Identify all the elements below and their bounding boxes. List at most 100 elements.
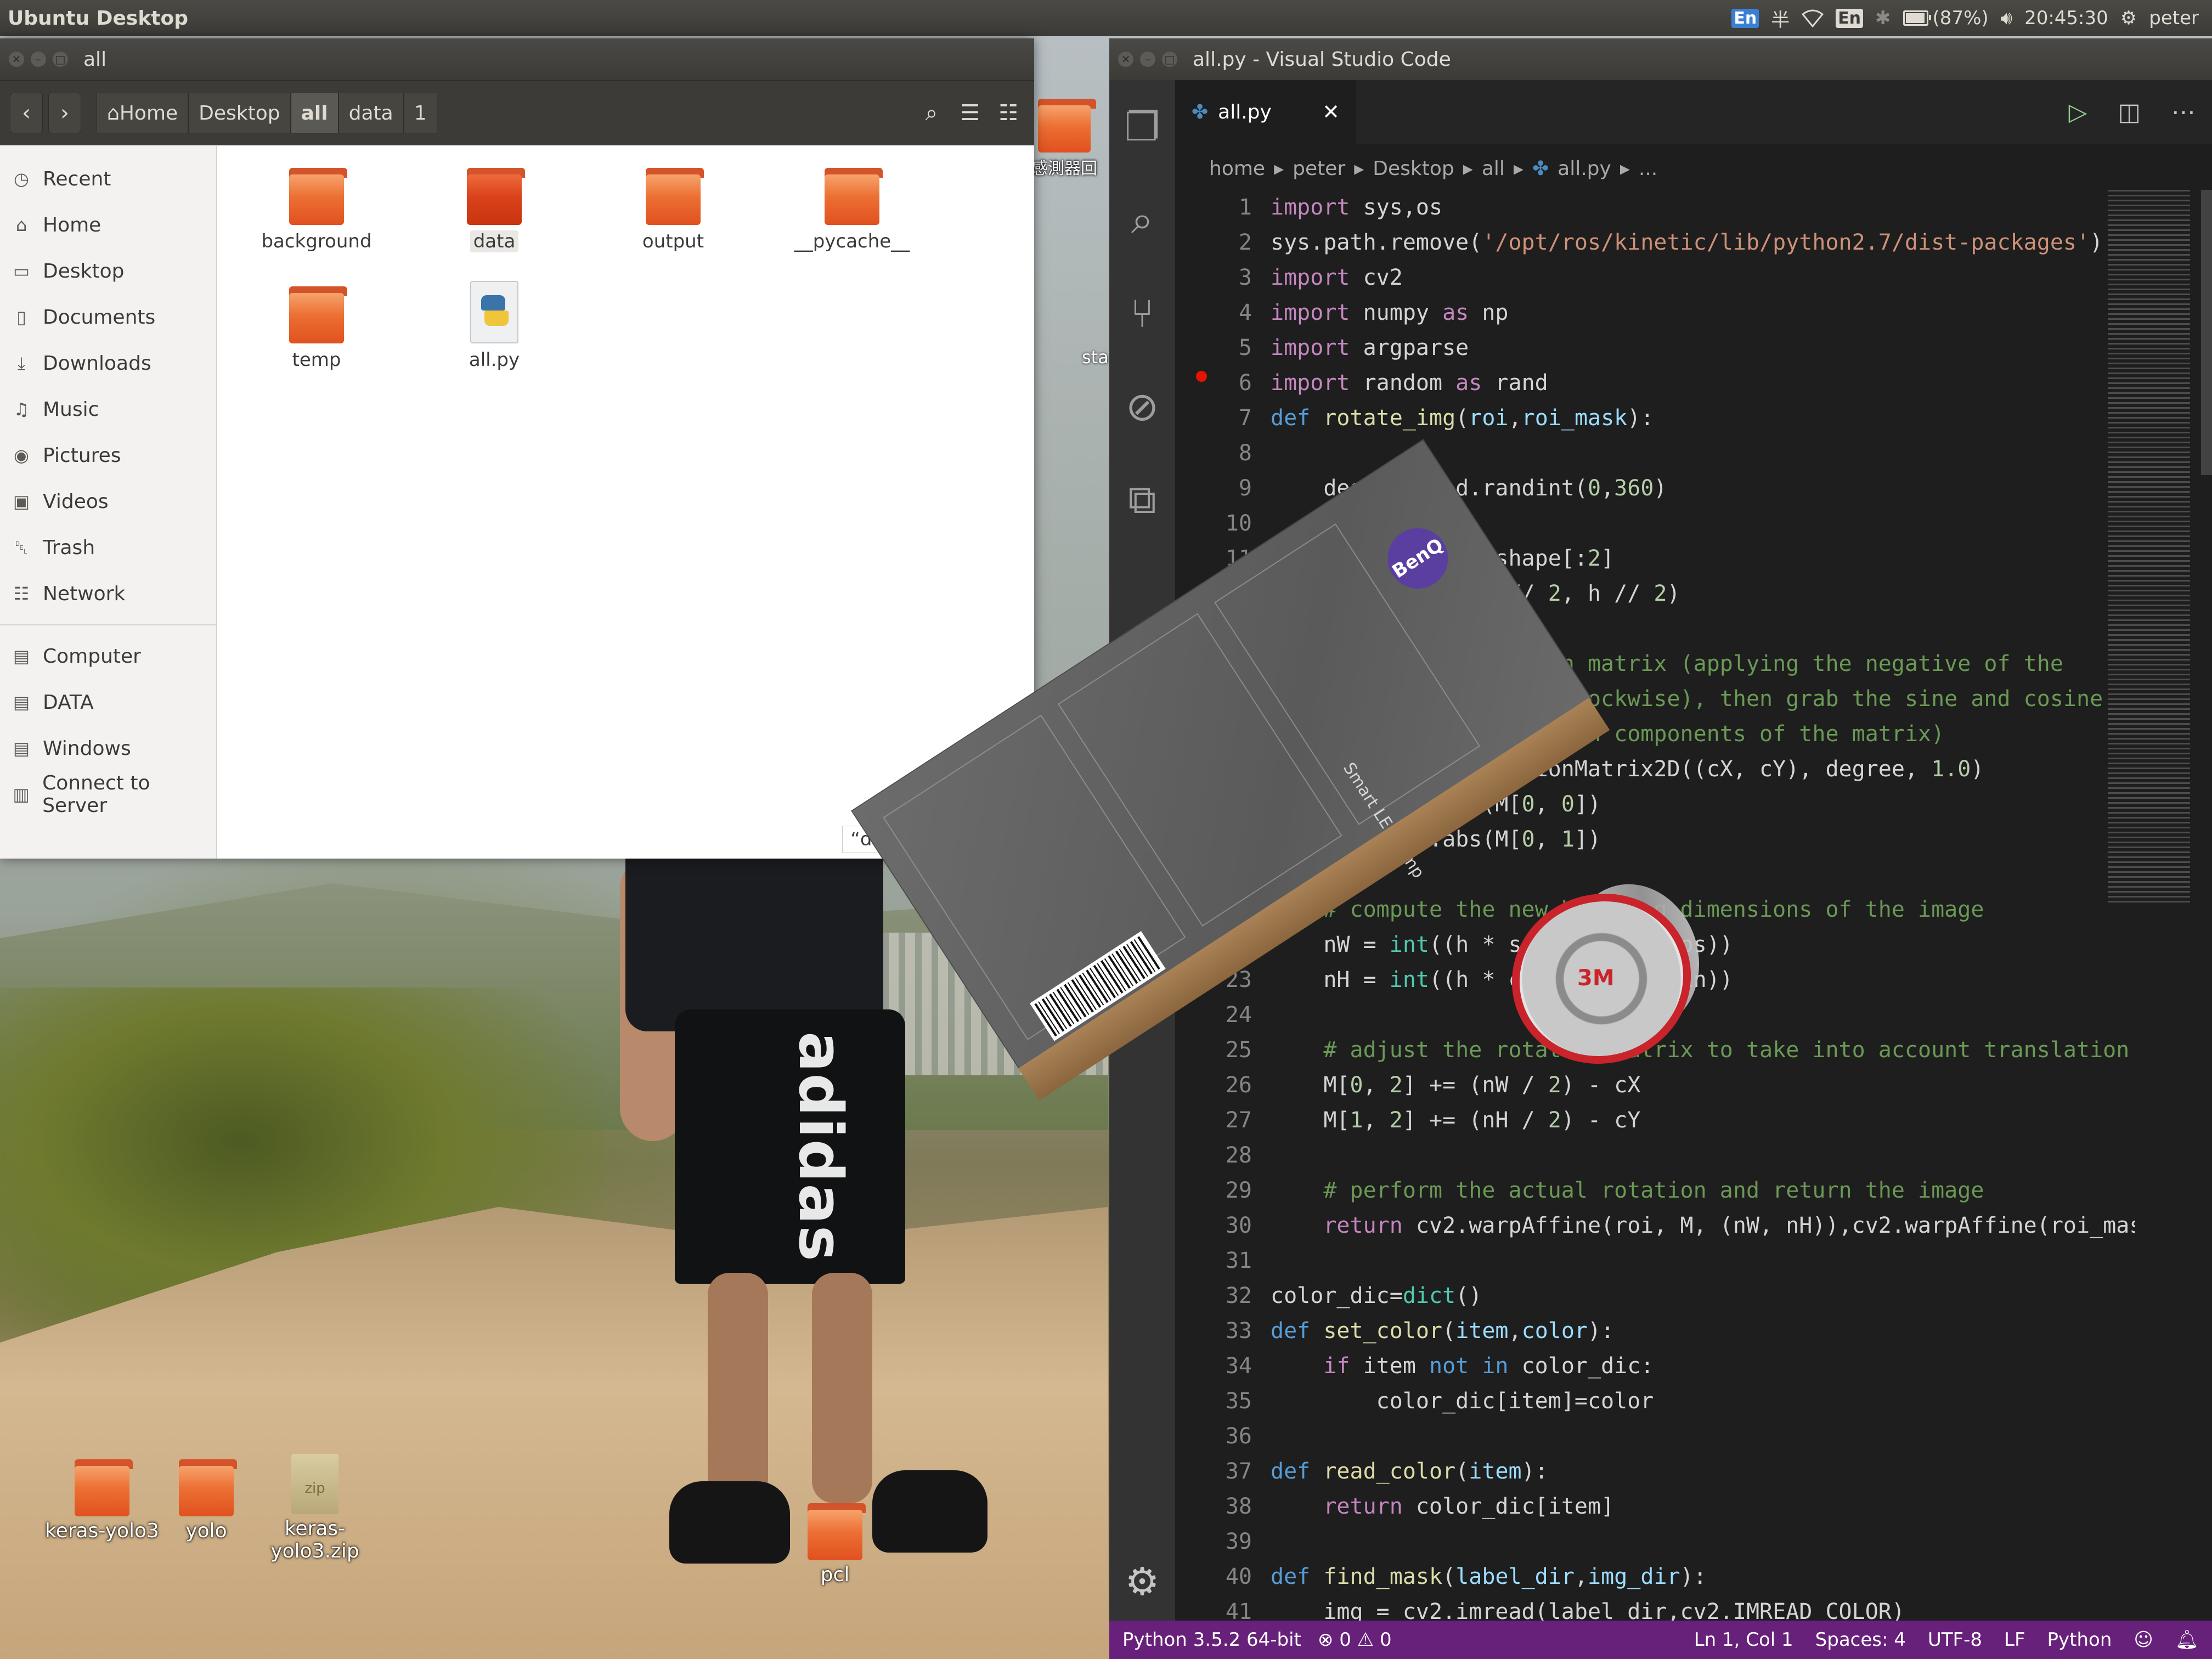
code-line[interactable]: 41 img = cv2.imread(label_dir,cv2.IMREAD… (1175, 1594, 2135, 1621)
sidebar-item-network[interactable]: ☷ Network (0, 571, 216, 617)
sidebar-item-documents[interactable]: ▯ Documents (0, 294, 216, 340)
encoding[interactable]: UTF-8 (1928, 1629, 1982, 1651)
run-icon[interactable]: ▷ (2069, 98, 2087, 126)
split-editor-icon[interactable]: ◫ (2118, 98, 2141, 126)
explorer-icon[interactable]: ❐ (1109, 80, 1175, 173)
code-line[interactable]: 39 (1175, 1524, 2135, 1559)
code-line[interactable]: 35 color_dic[item]=color (1175, 1384, 2135, 1419)
clock[interactable]: 20:45:30 (2024, 7, 2108, 29)
search-icon[interactable]: ⌕ (1109, 173, 1175, 267)
tab-all-py[interactable]: ✤ all.py ✕ (1175, 80, 1356, 144)
sidebar-item-home[interactable]: ⌂ Home (0, 202, 216, 248)
sidebar-item-downloads[interactable]: ⤓ Downloads (0, 340, 216, 386)
file-item-background[interactable]: background (248, 168, 385, 252)
breadcrumb-item[interactable]: all.py (1558, 157, 1611, 180)
volume-icon[interactable]: 🔊︎ (2001, 7, 2012, 29)
battery-indicator[interactable]: (87%) (1903, 7, 1989, 29)
code-line[interactable]: 3 import cv2 (1175, 260, 2135, 295)
code-line[interactable]: 40 def find_mask(label_dir,img_dir): (1175, 1559, 2135, 1594)
input-method-indicator[interactable]: En (1731, 8, 1759, 28)
extensions-icon[interactable]: ⧉ (1109, 453, 1175, 546)
path-crumb-home[interactable]: ⌂ Home (97, 93, 189, 133)
maximize-window-button[interactable]: □ (53, 52, 68, 67)
minimize-window-button[interactable]: – (31, 52, 46, 67)
list-view-icon[interactable]: ☰ (954, 93, 986, 133)
code-line[interactable]: 5 import argparse (1175, 330, 2135, 365)
desktop-icon-partial[interactable]: 感測器回 (1026, 99, 1103, 179)
sidebar-item-windows-drive[interactable]: ▤ Windows (0, 725, 216, 771)
desktop-icon-pcl[interactable]: pcl (769, 1503, 901, 1586)
file-manager-titlebar[interactable]: ✕ – □ all (0, 38, 1034, 80)
grid-view-icon[interactable]: ☷ (992, 93, 1024, 133)
forward-button[interactable]: › (48, 93, 81, 133)
code-line[interactable]: 32 color_dic=dict() (1175, 1278, 2135, 1313)
code-line[interactable]: 1 import sys,os (1175, 190, 2135, 225)
breadcrumb-item[interactable]: ... (1639, 157, 1657, 180)
problems-indicator[interactable]: ⊗ 0 ⚠ 0 (1318, 1629, 1392, 1651)
editor-scrollbar[interactable] (2201, 190, 2212, 475)
source-control-icon[interactable]: ⑂ (1109, 267, 1175, 360)
debug-icon[interactable]: ⊘ (1109, 360, 1175, 453)
search-icon[interactable]: ⌕ (916, 93, 947, 133)
path-crumb-desktop[interactable]: Desktop (188, 93, 291, 133)
file-item-temp[interactable]: temp (248, 286, 385, 371)
file-item-all-py[interactable]: all.py (426, 281, 563, 371)
cursor-position[interactable]: Ln 1, Col 1 (1694, 1629, 1793, 1651)
breadcrumb-item[interactable]: home (1209, 157, 1265, 180)
sidebar-item-connect-server[interactable]: ▥ Connect to Server (0, 771, 216, 817)
close-window-button[interactable]: ✕ (9, 52, 24, 67)
code-line[interactable]: 8 (1175, 436, 2135, 471)
file-item-output[interactable]: output (605, 168, 742, 252)
code-line[interactable]: 9 degree=rand.randint(0,360) (1175, 471, 2135, 506)
indentation[interactable]: Spaces: 4 (1815, 1629, 1906, 1651)
close-icon[interactable]: ✕ (1322, 100, 1340, 124)
minimap[interactable] (2108, 190, 2190, 903)
code-line[interactable]: 29 # perform the actual rotation and ret… (1175, 1173, 2135, 1208)
code-line[interactable]: 36 (1175, 1419, 2135, 1454)
desktop-icon-keras-yolo3-zip[interactable]: zip keras-yolo3.zip (249, 1454, 381, 1562)
sidebar-item-trash[interactable]: ␡ Trash (0, 524, 216, 571)
input-method-glyph[interactable]: 半 (1771, 5, 1790, 32)
code-line[interactable]: 33 def set_color(item,color): (1175, 1313, 2135, 1348)
breadcrumb-item[interactable]: all (1482, 157, 1505, 180)
user-name[interactable]: peter (2149, 7, 2199, 29)
gear-icon[interactable]: ⚙ (1109, 1559, 1175, 1604)
breadcrumb-item[interactable]: peter (1293, 157, 1345, 180)
code-line[interactable]: 27 M[1, 2] += (nH / 2) - cY (1175, 1103, 2135, 1138)
bell-icon[interactable]: 🔔︎ (2175, 1629, 2199, 1651)
code-line[interactable]: 2 sys.path.remove('/opt/ros/kinetic/lib/p… (1175, 225, 2135, 260)
back-button[interactable]: ‹ (10, 93, 43, 133)
maximize-window-button[interactable]: □ (1162, 52, 1177, 67)
bluetooth-icon[interactable]: ✱ (1875, 7, 1891, 29)
code-line[interactable]: 30 return cv2.warpAffine(roi, M, (nW, nH… (1175, 1208, 2135, 1243)
sidebar-item-videos[interactable]: ▣ Videos (0, 478, 216, 524)
code-line[interactable]: 4 import numpy as np (1175, 295, 2135, 330)
code-line[interactable]: 31 (1175, 1243, 2135, 1278)
gear-icon[interactable]: ⚙ (2120, 7, 2137, 29)
sidebar-item-pictures[interactable]: ◉ Pictures (0, 432, 216, 478)
code-line[interactable]: 6 import random as rand (1175, 365, 2135, 400)
file-item-pycache[interactable]: __pycache__ (783, 168, 921, 252)
line-ending[interactable]: LF (2004, 1629, 2025, 1651)
close-window-button[interactable]: ✕ (1118, 52, 1133, 67)
code-line[interactable]: 34 if item not in color_dic: (1175, 1348, 2135, 1384)
wifi-icon[interactable] (1802, 9, 1824, 27)
feedback-icon[interactable]: ☺ (2134, 1629, 2153, 1651)
code-line[interactable]: 37 def read_color(item): (1175, 1454, 2135, 1489)
language-mode[interactable]: Python (2047, 1629, 2112, 1651)
vscode-titlebar[interactable]: ✕ – □ all.py - Visual Studio Code (1109, 38, 2212, 80)
code-line[interactable]: 38 return color_dic[item] (1175, 1489, 2135, 1524)
breakpoint-marker[interactable] (1196, 371, 1207, 382)
path-crumb-1[interactable]: 1 (403, 93, 437, 133)
code-line[interactable]: 26 M[0, 2] += (nW / 2) - cX (1175, 1068, 2135, 1103)
keyboard-layout-indicator[interactable]: En (1836, 8, 1864, 28)
file-item-data[interactable]: data (426, 168, 563, 252)
sidebar-item-recent[interactable]: ◷ Recent (0, 156, 216, 202)
more-actions-icon[interactable]: ⋯ (2171, 98, 2196, 126)
path-crumb-all[interactable]: all (290, 93, 338, 133)
sidebar-item-data-drive[interactable]: ▤ DATA (0, 679, 216, 725)
path-crumb-data[interactable]: data (338, 93, 404, 133)
code-line[interactable]: 7 def rotate_img(roi,roi_mask): (1175, 400, 2135, 436)
code-line[interactable]: 28 (1175, 1138, 2135, 1173)
breadcrumb-item[interactable]: Desktop (1373, 157, 1454, 180)
